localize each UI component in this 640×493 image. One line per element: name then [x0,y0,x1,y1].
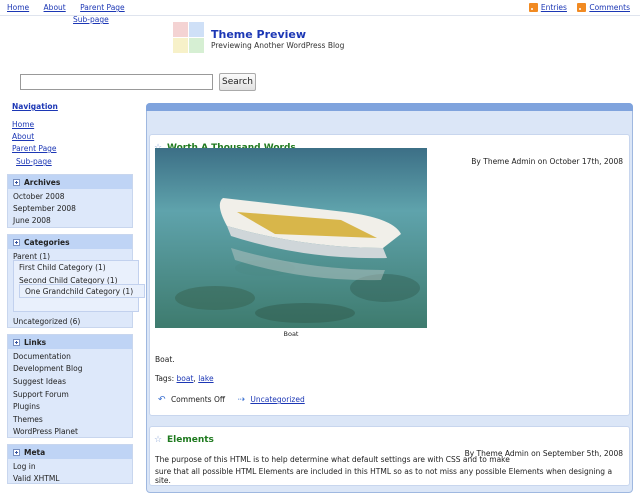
post-body-line: The purpose of this HTML is to help dete… [155,455,510,464]
expand-icon[interactable] [13,338,20,346]
meta-widget: Meta Log in Valid XHTML [7,444,133,484]
star-icon: ☆ [154,435,163,445]
rss-icon [577,3,587,12]
logo-tile [173,22,188,37]
expand-icon[interactable] [13,238,20,246]
categories-heading: Categories [8,235,132,249]
sidebar-item-subpage[interactable]: Sub-page [16,157,52,166]
post-body: Boat. [155,355,175,364]
menu-about-link[interactable]: About [44,3,66,12]
post-footer: ↶ Comments Off ⇢ Uncategorized [158,395,305,405]
feed-links: Entries Comments [521,3,630,14]
sidebar-item-about[interactable]: About [12,132,34,141]
blogroll-link[interactable]: Support Forum [13,390,69,399]
logo-tile [189,22,204,37]
entries-feed-link[interactable]: Entries [528,3,567,12]
top-navigation: Home About Parent Page Entries Comments [0,0,640,16]
logo-tile [189,38,204,53]
archives-heading-label: Archives [24,177,61,187]
menu-home-link[interactable]: Home [7,3,29,12]
blogroll-link[interactable]: Suggest Ideas [13,377,66,386]
links-widget: Links Documentation Development Blog Sug… [7,334,133,438]
links-heading-label: Links [24,337,47,347]
search-input[interactable] [20,74,213,90]
sidebar-item-parent-page[interactable]: Parent Page [12,144,57,153]
comment-reply-icon: ↶ [158,395,166,405]
site-description: Previewing Another WordPress Blog [211,41,345,50]
blogroll-link[interactable]: Documentation [13,352,71,361]
category-uncategorized[interactable]: Uncategorized (6) [13,317,80,326]
page-menu: Home About Parent Page [7,3,137,12]
tag-link[interactable]: lake [198,374,213,383]
meta-link[interactable]: Valid XHTML [13,474,59,483]
category-arrow-icon: ⇢ [237,395,245,405]
post-title[interactable]: Elements [167,435,214,445]
post-tags: Tags: boat, lake [155,374,214,383]
entries-feed-label[interactable]: Entries [541,3,567,12]
links-heading: Links [8,335,132,349]
archive-link[interactable]: September 2008 [13,204,76,213]
post-worth-a-thousand-words: ☆ Worth A Thousand Words By Theme Admin … [149,134,630,416]
categories-heading-label: Categories [24,237,70,247]
menu-parent-page-link[interactable]: Parent Page [80,3,125,12]
archive-link[interactable]: June 2008 [13,216,51,225]
meta-link[interactable]: Log in [13,462,36,471]
comments-feed-label[interactable]: Comments [589,3,630,12]
blogroll-link[interactable]: Plugins [13,402,40,411]
menu-subpage-link[interactable]: Sub-page [73,15,109,24]
expand-icon[interactable] [13,178,20,186]
blogroll-link[interactable]: Themes [13,415,43,424]
archives-heading: Archives [8,175,132,189]
search-button[interactable]: Search [219,73,256,91]
logo-tile [173,38,188,53]
blogroll-link[interactable]: Development Blog [13,364,82,373]
tags-label: Tags: [155,374,175,383]
meta-heading-label: Meta [24,447,46,457]
rss-icon [528,3,538,12]
post-meta: By Theme Admin on October 17th, 2008 [471,157,623,166]
site-logo[interactable] [173,22,204,53]
meta-heading: Meta [8,445,132,459]
category-grandchild[interactable]: One Grandchild Category (1) [25,287,133,296]
tag-link[interactable]: boat [177,374,194,383]
archive-link[interactable]: October 2008 [13,192,65,201]
category-first-child[interactable]: First Child Category (1) [19,263,106,272]
blogroll-link[interactable]: WordPress Planet [13,427,78,436]
comments-status: Comments Off [170,395,226,404]
comments-feed-link[interactable]: Comments [577,3,630,12]
site-title[interactable]: Theme Preview [211,28,306,41]
image-caption: Boat [283,330,299,338]
sidebar-item-home[interactable]: Home [12,120,34,129]
archives-widget: Archives October 2008 September 2008 Jun… [7,174,133,228]
navigation-heading[interactable]: Navigation [12,102,58,111]
expand-icon[interactable] [13,448,20,456]
post-body-line: sure that all possible HTML Elements are… [155,467,613,485]
content-panel-header [146,103,633,111]
post-elements: ☆ Elements By Theme Admin on September 5… [149,426,630,486]
grandchild-category-list: One Grandchild Category (1) [19,284,145,298]
category-link[interactable]: Uncategorized [250,395,304,404]
boat-image [155,148,427,328]
